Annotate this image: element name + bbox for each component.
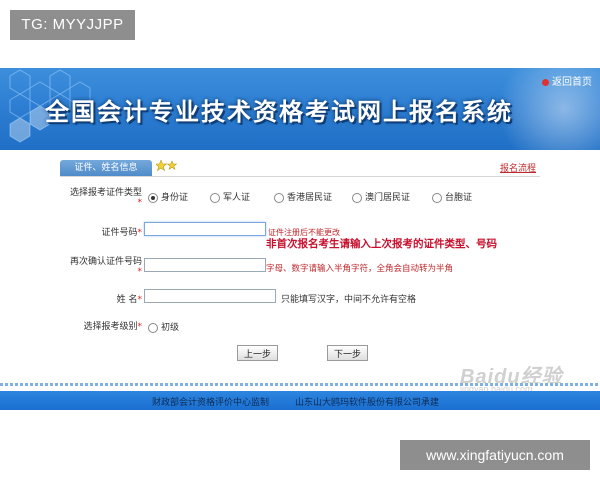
radio-dot-icon xyxy=(148,322,158,333)
home-link-label: 返回首页 xyxy=(552,77,592,88)
radio-label: 台胞证 xyxy=(445,193,473,203)
level-label: 选择报考级别* xyxy=(62,319,142,332)
next-step-button[interactable]: 下一步 xyxy=(327,345,368,361)
star-icon xyxy=(156,160,178,172)
charset-note: 字母、数字请输入半角字符，全角会自动转为半角 xyxy=(266,264,454,274)
header-banner: 全国会计专业技术资格考试网上报名系统 返回首页 xyxy=(0,68,600,150)
level-label-text: 选择报考级别 xyxy=(83,322,138,332)
radio-id-card[interactable]: 身份证 xyxy=(148,190,188,203)
required-mark: * xyxy=(137,267,143,277)
required-mark: * xyxy=(137,295,143,305)
home-link[interactable]: 返回首页 xyxy=(542,73,592,88)
required-mark: * xyxy=(137,198,143,208)
home-dot-icon xyxy=(542,78,549,86)
radio-taiwan-permit[interactable]: 台胞证 xyxy=(432,190,472,203)
step-tabbar: 证件、姓名信息 报名流程 xyxy=(60,158,540,177)
watermark-bottom: www.xingfatiyucn.com xyxy=(400,440,590,470)
radio-label: 初级 xyxy=(161,323,180,333)
footer-bar: 财政部会计资格评价中心监制 山东山大鸥玛软件股份有限公司承建 xyxy=(0,391,600,410)
required-mark: * xyxy=(137,228,143,238)
id-number-label: 证件号码* xyxy=(60,225,142,238)
footer-developer: 山东山大鸥玛软件股份有限公司承建 xyxy=(295,398,440,408)
required-mark: * xyxy=(137,322,143,332)
id-type-radio-group: 身份证 军人证 香港居民证 澳门居民证 台胞证 xyxy=(148,190,508,204)
confirm-id-input[interactable] xyxy=(144,258,266,272)
repeat-applicant-notice: 非首次报名考生请输入上次报考的证件类型、号码 xyxy=(266,238,497,250)
confirm-id-label-text: 再次确认证件号码 xyxy=(69,257,142,267)
radio-dot-icon xyxy=(432,192,442,203)
radio-dot-icon xyxy=(352,192,362,203)
radio-label: 军人证 xyxy=(223,193,251,203)
name-note: 只能填写汉字，中间不允许有空格 xyxy=(281,295,417,305)
tab-id-name-info[interactable]: 证件、姓名信息 xyxy=(60,160,152,176)
name-label: 姓 名* xyxy=(92,292,142,305)
watermark-top: TG: MYYJJPP xyxy=(10,10,135,40)
footer-separator xyxy=(0,383,600,386)
radio-military-card[interactable]: 军人证 xyxy=(210,190,250,203)
name-label-text: 姓 名 xyxy=(116,295,138,305)
system-title: 全国会计专业技术资格考试网上报名系统 xyxy=(45,97,513,126)
radio-label: 身份证 xyxy=(161,193,189,203)
registration-flow-link[interactable]: 报名流程 xyxy=(500,161,536,174)
id-number-input[interactable] xyxy=(144,222,266,236)
prev-step-button[interactable]: 上一步 xyxy=(237,345,278,361)
radio-label: 香港居民证 xyxy=(287,193,333,203)
radio-hongkong-permit[interactable]: 香港居民证 xyxy=(274,190,332,203)
radio-dot-icon xyxy=(210,192,220,203)
radio-dot-icon xyxy=(274,192,284,203)
radio-level-junior[interactable]: 初级 xyxy=(148,320,179,333)
id-type-label-text: 选择报考证件类型 xyxy=(69,188,142,198)
radio-macau-permit[interactable]: 澳门居民证 xyxy=(352,190,410,203)
confirm-id-label: 再次确认证件号码 * xyxy=(58,254,142,277)
radio-label: 澳门居民证 xyxy=(365,193,411,203)
name-input[interactable] xyxy=(144,289,276,303)
id-type-label: 选择报考证件类型 * xyxy=(66,185,142,208)
footer-supervisor: 财政部会计资格评价中心监制 xyxy=(152,398,270,408)
radio-dot-icon xyxy=(148,192,158,203)
id-number-label-text: 证件号码 xyxy=(101,228,138,238)
